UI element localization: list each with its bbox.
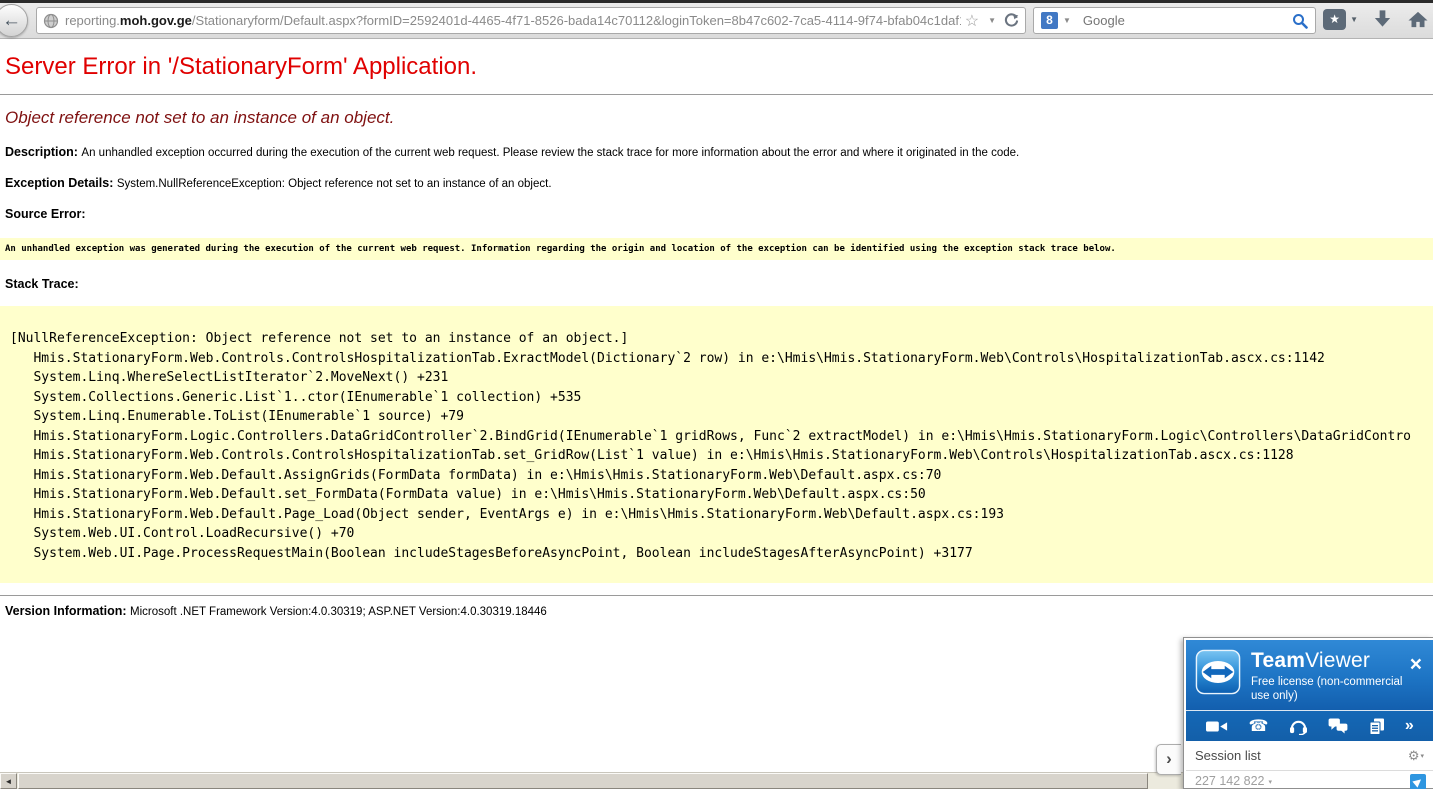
exception-details-row: Exception Details: System.NullReferenceE… [5, 176, 1433, 190]
home-button[interactable] [1407, 9, 1429, 30]
home-icon [1407, 9, 1429, 30]
stack-trace-box: [NullReferenceException: Object referenc… [0, 306, 1433, 583]
reload-button[interactable] [1004, 13, 1019, 28]
voip-headset-button[interactable] [1289, 718, 1308, 735]
stack-trace-line: System.Collections.Generic.List`1..ctor(… [10, 388, 1433, 408]
stack-trace-line: Hmis.StationaryForm.Web.Default.Page_Loa… [10, 505, 1433, 525]
stack-trace-line: System.Web.UI.Control.LoadRecursive() +7… [10, 524, 1433, 544]
teamviewer-logo [1195, 649, 1241, 710]
headset-icon [1289, 718, 1308, 735]
scrollbar-thumb[interactable] [18, 773, 1148, 789]
version-info-row: Version Information: Microsoft .NET Fram… [5, 604, 1433, 618]
pages-icon [1369, 718, 1385, 735]
url-path: /Stationaryform/Default.aspx?formID=2592… [192, 13, 961, 28]
session-list-label: Session list [1195, 748, 1261, 763]
exception-details-text: System.NullReferenceException: Object re… [117, 178, 552, 190]
back-arrow-icon: ← [2, 10, 21, 31]
phone-icon: ☎ [1249, 716, 1269, 736]
bookmarks-menu-button[interactable]: ★ ▼ [1323, 9, 1358, 30]
teamviewer-panel: TeamViewer Free license (non-commercial … [1183, 637, 1433, 789]
stack-trace-line: Hmis.StationaryForm.Web.Default.AssignGr… [10, 466, 1433, 486]
stack-trace-line: [NullReferenceException: Object referenc… [10, 329, 1433, 349]
partner-id[interactable]: 227 142 822 [1195, 774, 1265, 788]
version-info-text: Microsoft .NET Framework Version:4.0.303… [130, 606, 547, 618]
stack-trace-line: Hmis.StationaryForm.Web.Controls.Control… [10, 446, 1433, 466]
partner-id-caret-icon[interactable]: ▾ [1269, 778, 1273, 786]
gear-caret-icon: ▾ [1420, 752, 1424, 760]
stack-trace-row: Stack Trace: [5, 277, 1433, 291]
stack-trace-line: Hmis.StationaryForm.Logic.Controllers.Da… [10, 427, 1433, 447]
session-settings-button[interactable]: ⚙▾ [1408, 748, 1424, 764]
reload-icon [1004, 13, 1019, 28]
description-row: Description: An unhandled exception occu… [5, 145, 1433, 159]
chat-button[interactable] [1328, 718, 1348, 734]
downloads-button[interactable] [1372, 8, 1393, 30]
chat-bubbles-icon [1328, 718, 1348, 734]
bookmarks-caret-icon: ▼ [1350, 15, 1358, 24]
stack-trace-label: Stack Trace: [5, 277, 79, 291]
page-title: Server Error in '/StationaryForm' Applic… [5, 53, 1433, 81]
scroll-left-button[interactable]: ◄ [0, 773, 17, 789]
exception-details-label: Exception Details: [5, 176, 117, 190]
browser-toolbar: ← reporting.moh.gov.ge/Stationaryform/De… [0, 3, 1433, 39]
version-info-label: Version Information: [5, 604, 130, 618]
teamviewer-license-text: Free license (non-commercial use only) [1251, 675, 1411, 703]
file-transfer-button[interactable] [1369, 718, 1385, 735]
source-error-label: Source Error: [5, 207, 86, 221]
stack-trace-line: System.Linq.WhereSelectListIterator`2.Mo… [10, 368, 1433, 388]
search-magnifier-icon[interactable] [1292, 13, 1308, 29]
toolbar-buttons: ★ ▼ [1323, 8, 1429, 30]
teamviewer-title: TeamViewer [1251, 649, 1411, 673]
close-icon[interactable]: × [1410, 656, 1422, 674]
urlbar-history-dropdown-icon[interactable]: ▼ [988, 16, 996, 25]
teamviewer-icon-bar: ☎ » [1186, 710, 1433, 741]
bookmark-star-icon[interactable]: ☆ [965, 11, 979, 31]
scroll-left-arrow-icon: ◄ [5, 777, 13, 786]
url-text[interactable]: reporting.moh.gov.ge/Stationaryform/Defa… [65, 13, 961, 28]
teamviewer-collapse-handle[interactable]: › [1156, 744, 1181, 775]
video-camera-icon [1206, 719, 1228, 734]
search-box[interactable]: 8 ▼ Google [1033, 7, 1316, 34]
download-arrow-icon [1372, 8, 1393, 30]
divider [0, 595, 1433, 596]
url-bar[interactable]: reporting.moh.gov.ge/Stationaryform/Defa… [36, 7, 1026, 34]
search-input[interactable]: Google [1083, 13, 1292, 28]
double-chevron-icon: » [1405, 717, 1413, 735]
url-subdomain: reporting. [65, 13, 120, 28]
stack-trace-line: System.Linq.Enumerable.ToList(IEnumerabl… [10, 407, 1433, 427]
source-error-box: An unhandled exception was generated dur… [0, 238, 1433, 260]
google-favicon-icon[interactable]: 8 [1041, 12, 1058, 29]
teamviewer-header: TeamViewer Free license (non-commercial … [1186, 640, 1433, 710]
stack-trace-line: Hmis.StationaryForm.Web.Controls.Control… [10, 349, 1433, 369]
back-button[interactable]: ← [0, 4, 28, 37]
connect-button[interactable] [1410, 774, 1426, 789]
source-error-row: Source Error: [5, 207, 1433, 221]
session-list-row: Session list ⚙▾ [1186, 741, 1433, 771]
more-actions-button[interactable]: » [1405, 717, 1413, 735]
stack-trace-line: Hmis.StationaryForm.Web.Default.set_Form… [10, 485, 1433, 505]
error-subtitle: Object reference not set to an instance … [5, 108, 1433, 128]
teamviewer-title-block: TeamViewer Free license (non-commercial … [1251, 649, 1411, 710]
description-text: An unhandled exception occurred during t… [81, 147, 1019, 159]
search-engine-dropdown-icon[interactable]: ▼ [1063, 16, 1071, 25]
description-label: Description: [5, 145, 81, 159]
divider [0, 94, 1433, 95]
phone-call-button[interactable]: ☎ [1249, 716, 1269, 736]
chevron-right-icon: › [1166, 749, 1172, 768]
url-domain: moh.gov.ge [120, 13, 192, 28]
partner-id-row[interactable]: 227 142 822 ▾ [1186, 771, 1433, 789]
stack-trace-line: System.Web.UI.Page.ProcessRequestMain(Bo… [10, 544, 1433, 564]
gear-icon: ⚙ [1408, 748, 1420, 764]
video-call-button[interactable] [1206, 719, 1228, 734]
bookmarks-star-icon: ★ [1329, 12, 1340, 26]
site-favicon-globe-icon [43, 13, 59, 29]
